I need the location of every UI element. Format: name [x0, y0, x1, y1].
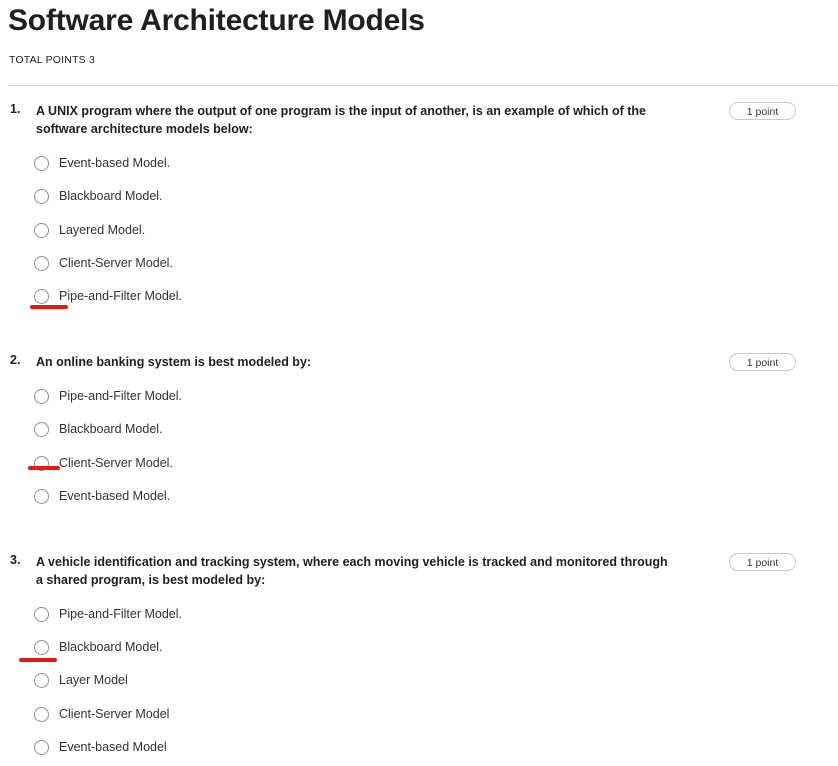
- divider: [8, 85, 838, 86]
- question-number: 1.: [10, 102, 21, 116]
- radio-button[interactable]: [34, 706, 49, 722]
- option-q1-4[interactable]: Client-Server Model.: [34, 253, 173, 273]
- option-label: Client-Server Model.: [59, 456, 173, 470]
- question-number: 2.: [10, 353, 21, 367]
- page-title: Software Architecture Models: [8, 4, 425, 37]
- radio-button[interactable]: [34, 288, 49, 304]
- option-label: Pipe-and-Filter Model.: [59, 607, 182, 621]
- option-q2-2[interactable]: Blackboard Model.: [34, 419, 163, 439]
- radio-button[interactable]: [34, 255, 49, 271]
- option-label: Pipe-and-Filter Model.: [59, 289, 182, 303]
- red-underline-mark: [28, 466, 60, 470]
- radio-button[interactable]: [34, 639, 49, 655]
- radio-button[interactable]: [34, 188, 49, 204]
- radio-button[interactable]: [34, 739, 49, 755]
- question-text: A UNIX program where the output of one p…: [36, 104, 646, 136]
- option-q1-5[interactable]: Pipe-and-Filter Model.: [34, 286, 182, 306]
- radio-button[interactable]: [34, 488, 49, 504]
- option-q2-1[interactable]: Pipe-and-Filter Model.: [34, 386, 182, 406]
- question-text: A vehicle identification and tracking sy…: [36, 555, 668, 587]
- option-label: Event-based Model.: [59, 156, 171, 170]
- question-text: An online banking system is best modeled…: [36, 355, 312, 369]
- option-q3-3[interactable]: Layer Model: [34, 670, 128, 690]
- points-badge: 1 point: [729, 553, 796, 571]
- option-q3-4[interactable]: Client-Server Model: [34, 704, 169, 724]
- option-label: Pipe-and-Filter Model.: [59, 389, 182, 403]
- option-label: Layer Model: [59, 673, 128, 687]
- question-number: 3.: [10, 553, 21, 567]
- radio-button[interactable]: [34, 388, 49, 404]
- option-q1-2[interactable]: Blackboard Model.: [34, 186, 163, 206]
- radio-button[interactable]: [34, 672, 49, 688]
- option-q3-5[interactable]: Event-based Model: [34, 737, 167, 757]
- radio-button[interactable]: [34, 155, 49, 171]
- red-underline-mark: [19, 658, 57, 662]
- option-label: Client-Server Model.: [59, 256, 173, 270]
- radio-button[interactable]: [34, 222, 49, 238]
- points-badge: 1 point: [729, 353, 796, 371]
- option-q2-3[interactable]: Client-Server Model.: [34, 453, 173, 473]
- option-label: Layered Model.: [59, 223, 146, 237]
- radio-button[interactable]: [34, 606, 49, 622]
- option-q1-1[interactable]: Event-based Model.: [34, 153, 170, 173]
- option-q1-3[interactable]: Layered Model.: [34, 220, 145, 240]
- points-badge: 1 point: [729, 102, 796, 120]
- option-label: Event-based Model.: [59, 489, 171, 503]
- total-points: TOTAL POINTS 3: [9, 54, 96, 66]
- option-label: Event-based Model: [59, 740, 167, 754]
- option-label: Blackboard Model.: [59, 189, 163, 203]
- option-label: Blackboard Model.: [59, 640, 163, 654]
- radio-button[interactable]: [34, 421, 49, 437]
- red-underline-mark: [30, 305, 68, 309]
- option-label: Blackboard Model.: [59, 422, 163, 436]
- option-label: Client-Server Model: [59, 707, 170, 721]
- option-q2-4[interactable]: Event-based Model.: [34, 486, 170, 506]
- option-q3-2[interactable]: Blackboard Model.: [34, 637, 163, 657]
- option-q3-1[interactable]: Pipe-and-Filter Model.: [34, 604, 182, 624]
